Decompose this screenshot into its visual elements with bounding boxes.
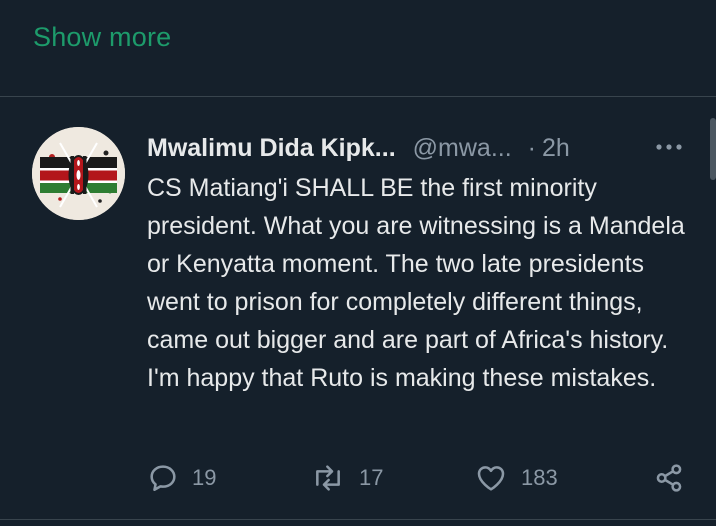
like-button[interactable]: 183: [474, 458, 558, 498]
repost-icon: [316, 465, 340, 491]
more-button[interactable]: [651, 136, 687, 158]
separator-dot: ·: [527, 133, 536, 162]
author-name[interactable]: Mwalimu Dida Kipk...: [147, 134, 396, 163]
like-count: 183: [521, 465, 558, 490]
repost-count: 17: [359, 465, 384, 490]
share-button[interactable]: [652, 458, 686, 498]
show-more-link[interactable]: Show more: [33, 22, 171, 53]
timestamp[interactable]: 2h: [542, 134, 570, 163]
tweet-text: CS Matiang'i SHALL BE the first minority…: [147, 174, 685, 392]
timeline: Show more Mwalimu Dida Kipk... @mwa... ·…: [0, 0, 716, 526]
share-icon: [656, 464, 682, 492]
heart-icon: [477, 466, 505, 491]
divider-top: [0, 96, 716, 97]
scrollbar-thumb[interactable]: [710, 118, 716, 180]
kenya-flag-shield-icon: [32, 127, 125, 220]
reply-button[interactable]: 19: [147, 458, 216, 498]
divider-bottom: [0, 519, 716, 520]
reply-count: 19: [192, 465, 217, 490]
avatar[interactable]: [32, 127, 125, 220]
more-horizontal-icon: [656, 144, 682, 150]
tweet-actions: 19 17 183: [147, 458, 692, 498]
reply-icon: [150, 465, 176, 491]
author-handle[interactable]: @mwa...: [413, 134, 512, 163]
tweet-header: Mwalimu Dida Kipk... @mwa... · 2h: [147, 131, 570, 165]
repost-button[interactable]: 17: [310, 458, 383, 498]
